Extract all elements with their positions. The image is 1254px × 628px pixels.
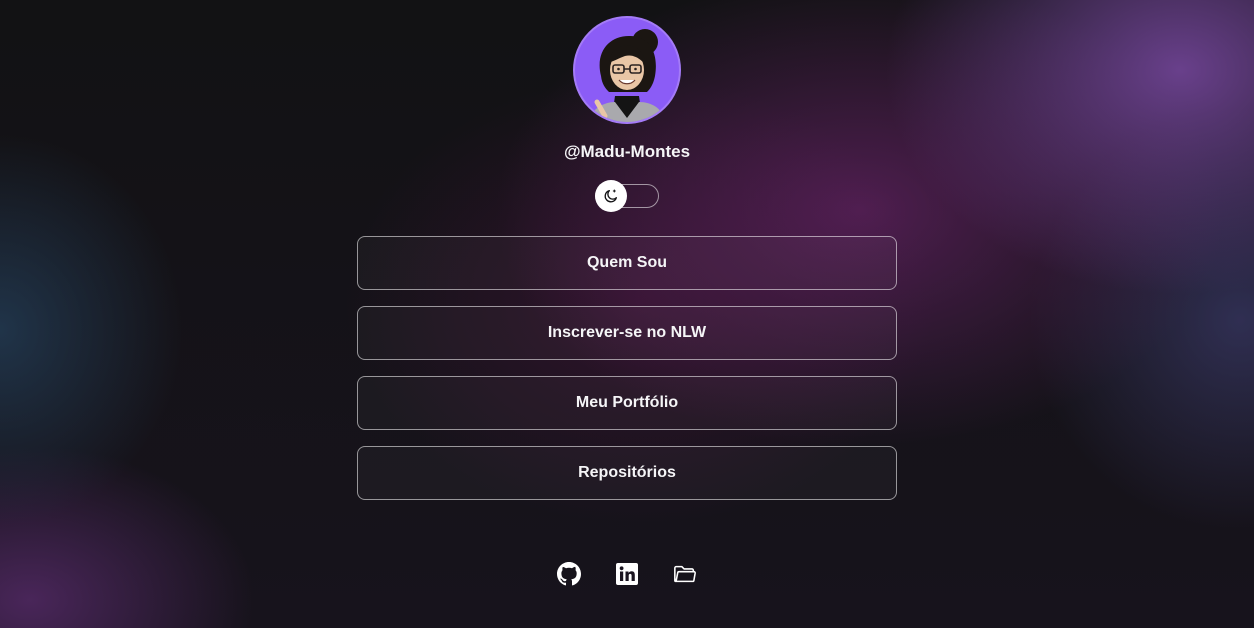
- folder-link[interactable]: [673, 562, 697, 586]
- social-links: [557, 562, 697, 586]
- github-link[interactable]: [557, 562, 581, 586]
- links-list-item: Inscrever-se no NLW: [357, 306, 897, 360]
- linkedin-icon: [616, 563, 638, 585]
- theme-switch-thumb[interactable]: [595, 180, 627, 212]
- links-list-item: Meu Portfólio: [357, 376, 897, 430]
- links-list-item: Quem Sou: [357, 236, 897, 290]
- theme-switch[interactable]: [595, 180, 659, 212]
- linkedin-link[interactable]: [615, 562, 639, 586]
- link-repositorios-button[interactable]: Repositórios: [357, 446, 897, 500]
- profile-avatar: [573, 16, 681, 124]
- folder-icon: [674, 565, 696, 583]
- link-portfolio-button[interactable]: Meu Portfólio: [357, 376, 897, 430]
- link-quem-sou-button[interactable]: Quem Sou: [357, 236, 897, 290]
- profile-handle: @Madu-Montes: [563, 142, 691, 161]
- github-icon: [557, 562, 581, 586]
- profile-container: @Madu-Montes Quem Sou Inscrever-se no NL…: [357, 0, 897, 586]
- links-list-item: Repositórios: [357, 446, 897, 500]
- links-list: Quem Sou Inscrever-se no NLW Meu Portfól…: [357, 236, 897, 500]
- profile-illustration: [589, 29, 665, 122]
- moon-icon: [604, 189, 617, 203]
- link-inscrever-nlw-button[interactable]: Inscrever-se no NLW: [357, 306, 897, 360]
